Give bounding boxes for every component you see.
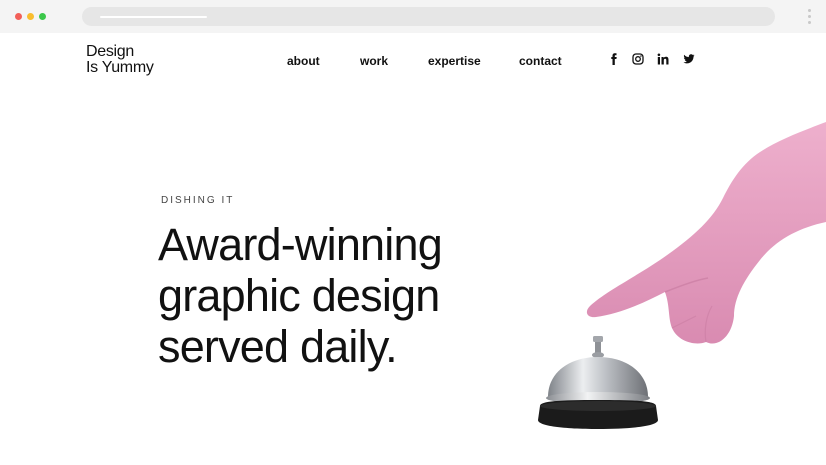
browser-menu-icon[interactable] <box>808 9 811 25</box>
nav-link-expertise[interactable]: expertise <box>428 54 481 68</box>
nav-link-work[interactable]: work <box>360 54 388 68</box>
headline-line-3: served daily. <box>158 321 398 372</box>
close-window-dot[interactable] <box>15 13 22 20</box>
twitter-icon[interactable] <box>683 53 695 65</box>
facebook-icon[interactable] <box>608 53 620 65</box>
hero-headline: Award-winning graphic design served dail… <box>158 219 443 372</box>
address-bar[interactable] <box>82 7 775 26</box>
pink-glove-hand <box>586 122 826 344</box>
logo-line-2: Is Yummy <box>86 59 154 76</box>
nav-link-contact[interactable]: contact <box>519 54 562 68</box>
site-logo[interactable]: Design Is Yummy <box>86 44 154 76</box>
service-bell <box>538 336 658 429</box>
logo-line-1: Design <box>86 43 135 60</box>
hero-image <box>538 122 826 429</box>
address-text <box>100 16 207 18</box>
browser-chrome <box>0 0 826 33</box>
maximize-window-dot[interactable] <box>39 13 46 20</box>
linkedin-icon[interactable] <box>657 53 669 65</box>
minimize-window-dot[interactable] <box>27 13 34 20</box>
nav-link-about[interactable]: about <box>287 54 320 68</box>
instagram-icon[interactable] <box>632 53 644 65</box>
headline-line-1: Award-winning <box>158 219 443 270</box>
hero-eyebrow: DISHING IT <box>161 195 235 206</box>
headline-line-2: graphic design <box>158 270 440 321</box>
